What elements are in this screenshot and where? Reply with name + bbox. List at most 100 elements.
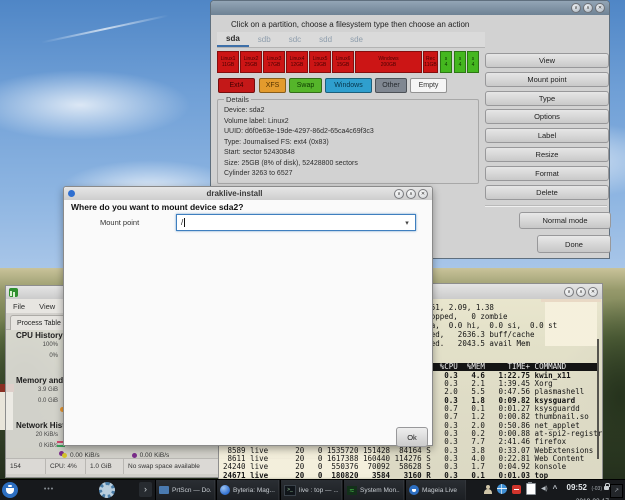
axis-label-bottom: 0 KiB/s — [12, 443, 58, 449]
ok-button[interactable]: Ok — [396, 427, 428, 447]
clock-timezone: (-03) — [591, 486, 602, 492]
cloud — [0, 70, 190, 140]
status-cell: 154 — [6, 459, 46, 474]
fs-button-swap[interactable]: Swap — [289, 78, 322, 93]
overflow-dots-icon[interactable]: ••• — [41, 482, 57, 498]
tab-sde[interactable]: sde — [341, 32, 372, 47]
partition-block[interactable]: Linux225GB — [240, 51, 262, 73]
mageia-menu-button[interactable] — [2, 482, 18, 498]
action-button-options[interactable]: Options — [485, 109, 609, 124]
system-tray: ◀) ^ — [484, 483, 557, 495]
window-close-button[interactable]: ✕ — [588, 287, 598, 297]
task-label: System Mon... — [360, 487, 400, 494]
tab-sdb[interactable]: sdb — [249, 32, 280, 47]
window-minimize-button[interactable]: ∨ — [564, 287, 574, 297]
taskbar-task[interactable]: ≈System Mon... — [343, 480, 404, 500]
tab-sda[interactable]: sda — [217, 32, 249, 47]
details-legend: Details — [224, 95, 251, 104]
network-icon[interactable] — [497, 484, 507, 494]
tab-sdc[interactable]: sdc — [280, 32, 310, 47]
mageia-task-icon — [409, 485, 419, 495]
taskbar-task[interactable]: PrtScn — Do... — [155, 480, 215, 500]
window-maximize-button[interactable]: ∧ — [583, 3, 593, 13]
normal-mode-button[interactable]: Normal mode — [519, 212, 611, 229]
axis-label-bottom: 0.0 GiB — [12, 398, 58, 404]
window-controls: ∨∧✕ — [394, 189, 428, 199]
drak-applet-icon[interactable] — [512, 485, 521, 494]
action-button-format[interactable]: Format — [485, 166, 609, 181]
details-line: Device: sda2 — [224, 106, 472, 117]
details-panel: Details Device: sda2Volume label: Linux2… — [217, 95, 479, 184]
partition-block[interactable]: Linux615GB — [332, 51, 354, 73]
done-button[interactable]: Done — [537, 235, 611, 253]
chevron-down-icon[interactable]: ▾ — [401, 218, 413, 229]
menu-view[interactable]: View — [32, 302, 62, 311]
desktop: ∨∧✕ Click on a partition, choose a files… — [0, 0, 625, 500]
details-line: Volume label: Linux2 — [224, 117, 472, 128]
taskbar-task[interactable]: Byteria: Mag... — [216, 480, 279, 500]
task-label: live : top — ... — [299, 487, 338, 494]
volume-icon[interactable]: ◀) — [541, 484, 548, 494]
partition-block[interactable]: Windows200GB — [355, 51, 422, 73]
tab-sdd[interactable]: sdd — [310, 32, 341, 47]
action-button-label[interactable]: Label — [485, 128, 609, 143]
window-close-button[interactable]: ✕ — [418, 189, 428, 199]
action-button-type[interactable]: Type — [485, 91, 609, 106]
partition-block[interactable]: Rec11GB — [423, 51, 438, 73]
axis-label-bottom: 0% — [12, 353, 58, 359]
gear-icon[interactable] — [99, 482, 115, 498]
mount-point-value: / — [181, 218, 185, 227]
mount-point-input[interactable]: / ▾ — [176, 214, 416, 231]
dialog-titlebar[interactable]: draklive-install ∨∧✕ — [64, 187, 432, 200]
action-button-delete[interactable]: Delete — [485, 185, 609, 200]
details-lines: Device: sda2Volume label: Linux2UUID: d6… — [224, 106, 472, 180]
window-controls: ∨∧✕ — [564, 287, 598, 297]
partition-block[interactable]: Linux317GB — [263, 51, 285, 73]
partition-block[interactable]: Linux111GB — [217, 51, 239, 73]
task-label: PrtScn — Do... — [172, 487, 211, 494]
fs-button-other[interactable]: Other — [375, 78, 407, 93]
partition-block[interactable]: Linux519GB — [309, 51, 331, 73]
panel-expand-arrow[interactable]: › — [139, 482, 152, 497]
window-minimize-button[interactable]: ∨ — [571, 3, 581, 13]
taskbar-task[interactable]: Mageia Live — [405, 480, 466, 500]
folder-task-icon — [159, 486, 169, 494]
tray-expander-icon[interactable]: ^ — [553, 484, 558, 494]
details-line: UUID: d6f0e63e-19de-4297-86d2-65ca4c69f3… — [224, 127, 472, 138]
dialog-question: Where do you want to mount device sda2? — [71, 202, 243, 212]
digital-clock[interactable]: 09:52 (-03) 2019-03-17 — [567, 481, 609, 500]
window-controls: ∨∧✕ — [571, 3, 605, 13]
chart-task-icon: ≈ — [347, 486, 357, 495]
partition-block[interactable]: s4 — [467, 51, 479, 73]
disk-tabs: sdasdbsdcsddsde — [217, 32, 485, 48]
partition-block[interactable]: s4 — [454, 51, 466, 73]
fs-button-windows[interactable]: Windows — [325, 78, 372, 93]
term-task-icon: >_ — [284, 485, 296, 496]
clipboard-icon[interactable] — [526, 483, 536, 495]
tab-process-table[interactable]: Process Table — [10, 315, 68, 330]
details-line: Cylinder 3263 to 6527 — [224, 169, 472, 180]
axis-label-top: 20 KiB/s — [12, 432, 58, 438]
action-button-mount-point[interactable]: Mount point — [485, 72, 609, 87]
terminal-scrollbar[interactable] — [597, 339, 599, 459]
window-close-button[interactable]: ✕ — [595, 3, 605, 13]
fs-button-xfs[interactable]: XFS — [259, 78, 286, 93]
fs-button-ext4[interactable]: Ext4 — [218, 78, 255, 93]
window-maximize-button[interactable]: ∧ — [406, 189, 416, 199]
menu-file[interactable]: File — [6, 302, 32, 311]
details-line: Size: 25GB (8% of disk), 52428800 sector… — [224, 159, 472, 170]
show-desktop-button[interactable]: ↗ — [610, 484, 623, 498]
action-button-resize[interactable]: Resize — [485, 147, 609, 162]
partition-block[interactable]: Linux412GB — [286, 51, 308, 73]
fs-button-empty[interactable]: Empty — [410, 78, 447, 93]
window-minimize-button[interactable]: ∨ — [394, 189, 404, 199]
clock-time: 09:52 — [567, 483, 587, 492]
window-maximize-button[interactable]: ∧ — [576, 287, 586, 297]
dialog-app-icon — [68, 190, 75, 197]
taskbar-task[interactable]: >_live : top — ... — [280, 480, 342, 500]
user-switch-icon[interactable] — [484, 485, 492, 494]
partition-block[interactable]: s4 — [440, 51, 452, 73]
action-button-view[interactable]: View — [485, 53, 609, 68]
dialog-title: draklive-install — [75, 189, 394, 198]
partition-window-titlebar[interactable]: ∨∧✕ — [211, 1, 609, 15]
